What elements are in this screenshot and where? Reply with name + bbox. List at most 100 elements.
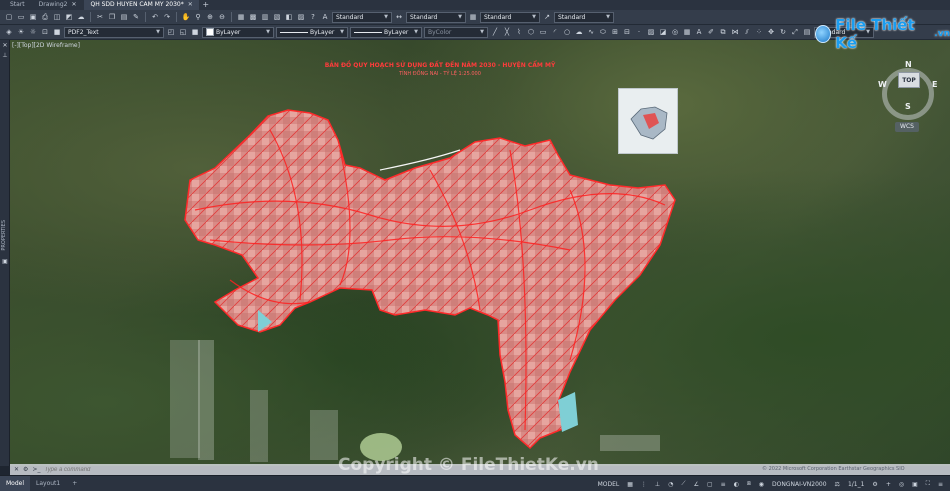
array-icon[interactable]: ⁘ (754, 27, 764, 37)
mtext-icon[interactable]: A (694, 27, 704, 37)
transparency-icon[interactable]: ◐ (731, 481, 742, 488)
design-center-icon[interactable]: ▩ (248, 12, 258, 22)
close-icon[interactable]: ✕ (71, 0, 76, 10)
tab-layout1[interactable]: Layout1 (30, 476, 66, 491)
tab-model[interactable]: Model (0, 475, 31, 491)
geolocation-icon[interactable]: ◉ (756, 481, 767, 488)
viewcube-top-face[interactable]: TOP (898, 72, 920, 88)
close-icon[interactable]: ✕ (1, 42, 9, 50)
region-icon[interactable]: ◎ (670, 27, 680, 37)
construction-line-icon[interactable]: ╳ (502, 27, 512, 37)
match-properties-icon[interactable]: ✎ (131, 12, 141, 22)
lineweight-icon[interactable]: ≡ (718, 481, 729, 488)
preview-icon[interactable]: ◫ (52, 12, 62, 22)
quick-select-icon[interactable]: ▣ (1, 258, 9, 266)
close-icon[interactable]: ✕ (14, 466, 19, 473)
lineweight-select[interactable]: ByLayer ▼ (350, 26, 422, 38)
new-file-icon[interactable]: ▢ (4, 12, 14, 22)
zoom-realtime-icon[interactable]: ⚲ (193, 12, 203, 22)
compass-east[interactable]: E (932, 80, 937, 89)
make-block-icon[interactable]: ⊟ (622, 27, 632, 37)
zoom-previous-icon[interactable]: ⊖ (217, 12, 227, 22)
ortho-icon[interactable]: ⊥ (652, 481, 663, 488)
model-space-toggle[interactable]: MODEL (595, 481, 623, 488)
annotation-scale[interactable]: 1/1_1 (845, 481, 867, 488)
make-current-layer-icon[interactable]: ◰ (166, 27, 176, 37)
ellipse-icon[interactable]: ⬭ (598, 27, 608, 37)
wrench-icon[interactable]: ⚙ (23, 466, 28, 473)
table-style-select[interactable]: Standard ▼ (480, 11, 540, 23)
grid-icon[interactable]: ▦ (624, 481, 636, 488)
markup-icon[interactable]: ◧ (284, 12, 294, 22)
pan-icon[interactable]: ✋ (181, 12, 191, 22)
freeze-icon[interactable]: ☼ (28, 27, 38, 37)
pin-icon[interactable]: ⊥ (1, 52, 9, 60)
point-icon[interactable]: · (634, 27, 644, 37)
multileader-style-select[interactable]: Standard ▼ (554, 11, 614, 23)
undo-icon[interactable]: ↶ (150, 12, 160, 22)
plot-style-select[interactable]: ByColor ▼ (424, 26, 488, 38)
zoom-window-icon[interactable]: ⊕ (205, 12, 215, 22)
wcs-menu[interactable]: WCS (895, 122, 919, 132)
properties-panel-collapsed[interactable]: ✕ ⊥ PROPERTIES ▣ (0, 40, 10, 466)
properties-icon[interactable]: ▦ (236, 12, 246, 22)
plus-icon[interactable]: + (883, 481, 894, 488)
new-layout-icon[interactable]: + (66, 476, 83, 491)
spline-icon[interactable]: ∿ (586, 27, 596, 37)
lightbulb-icon[interactable]: ☀ (16, 27, 26, 37)
color-select[interactable]: ByLayer ▼ (202, 26, 274, 38)
erase-icon[interactable]: ✐ (706, 27, 716, 37)
workspace-gear-icon[interactable]: ⚙ (869, 481, 880, 488)
tab-drawing2[interactable]: Drawing2 ✕ (33, 0, 83, 10)
customization-menu-icon[interactable]: ≡ (935, 481, 946, 488)
tab-start[interactable]: Start (4, 0, 31, 10)
calculator-icon[interactable]: ▨ (296, 12, 306, 22)
layer-properties-icon[interactable]: ◈ (4, 27, 14, 37)
polar-icon[interactable]: ◔ (665, 481, 676, 488)
snap-icon[interactable]: ⋮ (638, 481, 650, 488)
close-icon[interactable]: ✕ (188, 0, 193, 10)
compass-west[interactable]: W (878, 80, 887, 89)
sheet-set-icon[interactable]: ▧ (272, 12, 282, 22)
insert-block-icon[interactable]: ⊞ (610, 27, 620, 37)
linetype-select[interactable]: ByLayer ▼ (276, 26, 348, 38)
scale-icon[interactable]: ⤢ (790, 27, 800, 37)
annotation-scale-icon[interactable]: ⚖ (832, 481, 843, 488)
isolate-objects-icon[interactable]: ◎ (896, 481, 907, 488)
new-tab-icon[interactable]: + (201, 0, 211, 10)
text-style-select[interactable]: Standard ▼ (332, 11, 392, 23)
tool-palettes-icon[interactable]: ▥ (260, 12, 270, 22)
move-icon[interactable]: ✥ (766, 27, 776, 37)
copy-object-icon[interactable]: ⧉ (718, 27, 728, 37)
cloud-icon[interactable]: ☁ (76, 12, 86, 22)
coordinate-system[interactable]: DONGNAI-VN2000 (769, 481, 830, 488)
layer-previous-icon[interactable]: ◱ (178, 27, 188, 37)
compass-north[interactable]: N (905, 60, 912, 69)
rotate-icon[interactable]: ↻ (778, 27, 788, 37)
open-file-icon[interactable]: ▭ (16, 12, 26, 22)
command-input[interactable] (44, 466, 185, 473)
publish-icon[interactable]: ◩ (64, 12, 74, 22)
line-icon[interactable]: ╱ (490, 27, 500, 37)
hatch-icon[interactable]: ▨ (646, 27, 656, 37)
mirror-icon[interactable]: ⋈ (730, 27, 740, 37)
object-snap-tracking-icon[interactable]: ∠ (691, 481, 702, 488)
help-icon[interactable]: ? (308, 12, 318, 22)
table-icon[interactable]: ▦ (682, 27, 692, 37)
copy-icon[interactable]: ❐ (107, 12, 117, 22)
selection-cycling-icon[interactable]: ⧈ (744, 480, 754, 488)
hardware-acceleration-icon[interactable]: ▣ (909, 481, 921, 488)
object-snap-icon[interactable]: ▢ (704, 481, 716, 488)
cut-icon[interactable]: ✂ (95, 12, 105, 22)
offset-icon[interactable]: ⫽ (742, 27, 752, 37)
drawing-viewport[interactable]: [-][Top][2D Wireframe] BẢN ĐỒ QUY HOẠCH … (10, 40, 950, 466)
layer-select[interactable]: PDF2_Text ▼ (64, 26, 164, 38)
circle-icon[interactable]: ○ (562, 27, 572, 37)
dim-style-select[interactable]: Standard ▼ (406, 11, 466, 23)
revision-cloud-icon[interactable]: ☁ (574, 27, 584, 37)
polygon-icon[interactable]: ⬡ (526, 27, 536, 37)
tab-current-drawing[interactable]: QH SDD HUYEN CAM MY 2030* ✕ (84, 0, 199, 10)
save-icon[interactable]: ▣ (28, 12, 38, 22)
isodraft-icon[interactable]: ⟋ (678, 480, 688, 488)
rectangle-icon[interactable]: ▭ (538, 27, 548, 37)
